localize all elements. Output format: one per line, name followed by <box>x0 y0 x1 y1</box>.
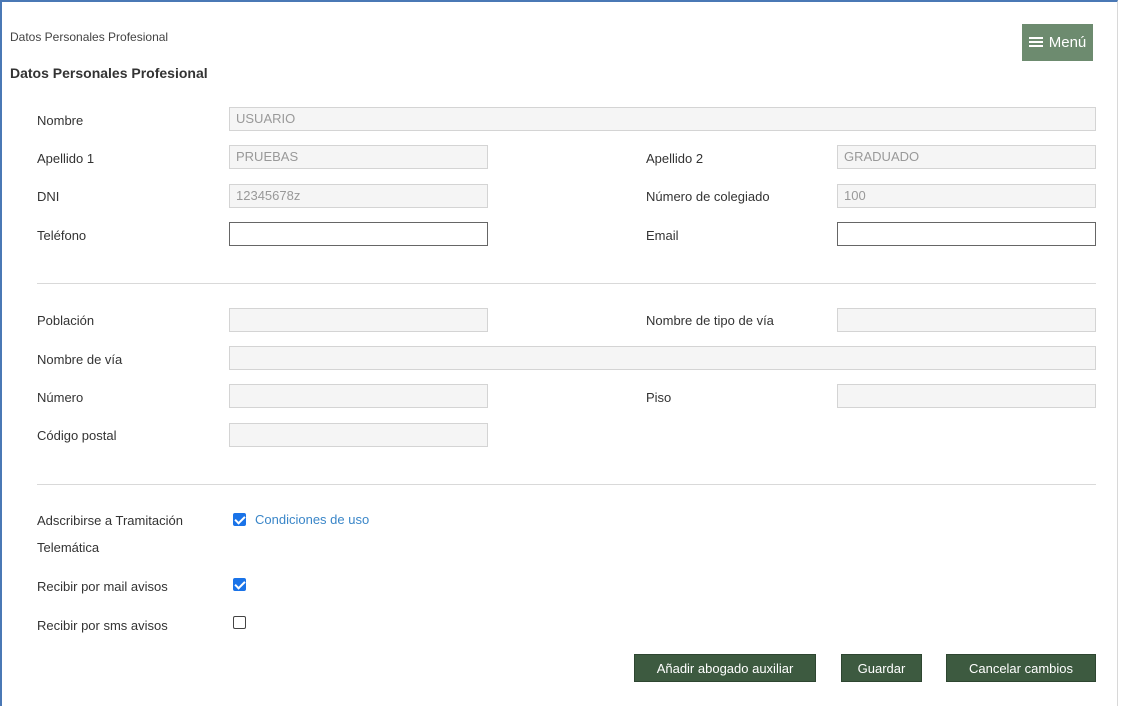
apellido2-label: Apellido 2 <box>646 151 704 166</box>
dni-label: DNI <box>37 189 60 204</box>
tipo-via-field[interactable] <box>837 308 1096 332</box>
email-label: Email <box>646 228 679 243</box>
mail-avisos-checkbox[interactable] <box>233 578 246 591</box>
email-input[interactable] <box>837 222 1096 246</box>
poblacion-label: Población <box>37 313 95 328</box>
menu-button[interactable]: Menú <box>1022 24 1093 61</box>
dni-field[interactable]: 12345678z <box>229 184 488 208</box>
tramitacion-label-line2: Telemática <box>37 540 100 555</box>
telefono-label: Teléfono <box>37 228 87 243</box>
hamburger-icon <box>1028 37 1043 48</box>
nombre-label: Nombre <box>37 113 84 128</box>
piso-label: Piso <box>646 390 672 405</box>
save-button[interactable]: Guardar <box>841 654 922 682</box>
colegiado-field[interactable]: 100 <box>837 184 1096 208</box>
numero-field[interactable] <box>229 384 488 408</box>
colegiado-label: Número de colegiado <box>646 189 770 204</box>
nombre-via-field[interactable] <box>229 346 1096 370</box>
telefono-input[interactable] <box>229 222 488 246</box>
apellido1-label: Apellido 1 <box>37 151 95 166</box>
nombre-field[interactable]: USUARIO <box>229 107 1096 131</box>
codigo-postal-field[interactable] <box>229 423 488 447</box>
condiciones-uso-link[interactable]: Condiciones de uso <box>255 512 369 527</box>
menu-button-label: Menú <box>1048 34 1087 51</box>
piso-field[interactable] <box>837 384 1096 408</box>
cancel-button[interactable]: Cancelar cambios <box>946 654 1096 682</box>
nombre-via-label: Nombre de vía <box>37 352 123 367</box>
poblacion-field[interactable] <box>229 308 488 332</box>
breadcrumb: Datos Personales Profesional <box>10 30 169 44</box>
sms-avisos-label: Recibir por sms avisos <box>37 618 168 633</box>
tramitacion-label-line1: Adscribirse a Tramitación <box>37 513 183 528</box>
mail-avisos-label: Recibir por mail avisos <box>37 579 168 594</box>
apellido1-field[interactable]: PRUEBAS <box>229 145 488 169</box>
section-divider <box>37 484 1096 485</box>
tramitacion-checkbox[interactable] <box>233 513 246 526</box>
add-auxiliar-button[interactable]: Añadir abogado auxiliar <box>634 654 816 682</box>
page-title: Datos Personales Profesional <box>10 65 208 81</box>
numero-label: Número <box>37 390 84 405</box>
section-divider <box>37 283 1096 284</box>
codigo-postal-label: Código postal <box>37 428 117 443</box>
sms-avisos-checkbox[interactable] <box>233 616 246 629</box>
apellido2-field[interactable]: GRADUADO <box>837 145 1096 169</box>
tipo-via-label: Nombre de tipo de vía <box>646 313 774 328</box>
